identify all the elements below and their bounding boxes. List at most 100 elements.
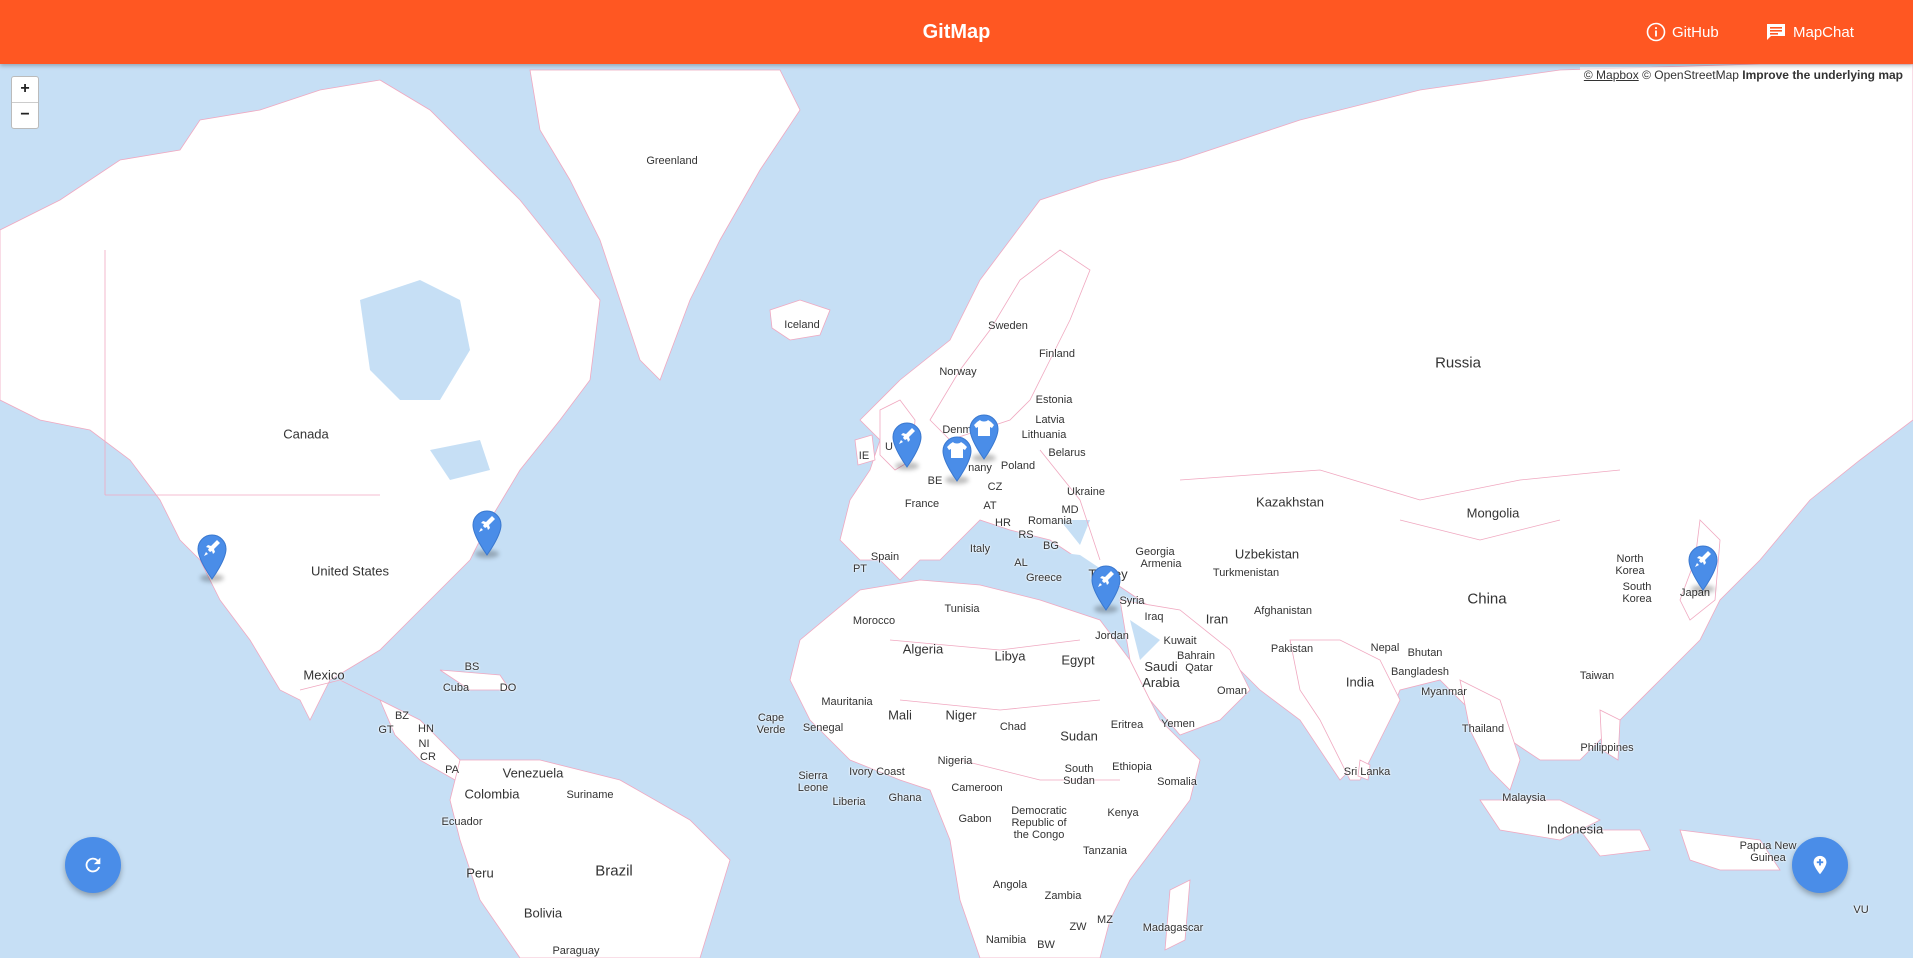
label-north-korea: North Korea: [1615, 553, 1645, 577]
label-myanmar: Myanmar: [1421, 686, 1467, 698]
label-iceland: Iceland: [784, 319, 820, 331]
label-greece: Greece: [1025, 572, 1063, 584]
label-niger: Niger: [945, 707, 977, 723]
label-indonesia: Indonesia: [1546, 821, 1604, 837]
label-ghana: Ghana: [888, 792, 922, 804]
label-venezuela: Venezuela: [502, 765, 564, 781]
marker-germany-north[interactable]: [968, 412, 1000, 462]
marker-new-york[interactable]: [471, 508, 503, 558]
label-jordan: Jordan: [1095, 630, 1129, 642]
label-oman: Oman: [1217, 685, 1247, 697]
label-namibia: Namibia: [985, 934, 1027, 946]
label-libya: Libya: [994, 648, 1026, 664]
marker-uk[interactable]: [891, 420, 923, 470]
label-gt: GT: [378, 724, 394, 736]
label-yemen: Yemen: [1161, 718, 1195, 730]
label-iraq: Iraq: [1144, 611, 1164, 623]
label-uzbekistan: Uzbekistan: [1234, 546, 1300, 562]
mapbox-link[interactable]: © Mapbox: [1584, 68, 1639, 82]
pin-icon: [472, 510, 502, 556]
label-france: France: [904, 498, 940, 510]
label-south-korea: South Korea: [1622, 581, 1652, 605]
label-saudi-arabia: Saudi Arabia: [1142, 659, 1180, 690]
label-zw: ZW: [1069, 921, 1087, 933]
label-malaysia: Malaysia: [1502, 792, 1546, 804]
label-egypt: Egypt: [1061, 652, 1095, 668]
map-base-layer: [0, 64, 1913, 958]
label-south-sudan: South Sudan: [1063, 763, 1095, 787]
world-map[interactable]: Greenland Iceland Canada United States M…: [0, 64, 1913, 958]
label-ivory-coast: Ivory Coast: [849, 766, 905, 778]
label-gabon: Gabon: [958, 813, 992, 825]
label-morocco: Morocco: [852, 615, 896, 627]
zoom-out-button[interactable]: −: [12, 102, 38, 128]
label-sri-lanka: Sri Lanka: [1343, 766, 1391, 778]
label-belarus: Belarus: [1048, 447, 1086, 459]
label-mali: Mali: [888, 707, 912, 723]
label-bangladesh: Bangladesh: [1390, 666, 1450, 678]
label-bg: BG: [1043, 540, 1059, 552]
label-sierra-leone: Sierra Leone: [797, 770, 829, 794]
refresh-icon: [85, 857, 101, 873]
label-poland: Poland: [1000, 460, 1036, 472]
label-norway: Norway: [939, 366, 977, 378]
zoom-control: + −: [11, 76, 39, 129]
label-cr: CR: [420, 751, 436, 763]
label-chad: Chad: [999, 721, 1027, 733]
label-nigeria: Nigeria: [937, 755, 973, 767]
zoom-in-button[interactable]: +: [12, 77, 38, 102]
label-rs: RS: [1018, 529, 1034, 541]
label-russia: Russia: [1435, 354, 1481, 372]
label-greenland: Greenland: [646, 155, 698, 167]
mapchat-button[interactable]: MapChat: [1765, 18, 1854, 46]
label-turkmenistan: Turkmenistan: [1212, 567, 1280, 579]
label-peru: Peru: [466, 865, 494, 881]
label-cz: CZ: [987, 481, 1003, 493]
label-cameroon: Cameroon: [951, 782, 1003, 794]
label-hn: HN: [418, 723, 434, 735]
label-algeria: Algeria: [902, 641, 944, 657]
label-latvia: Latvia: [1035, 414, 1065, 426]
label-angola: Angola: [992, 879, 1028, 891]
label-senegal: Senegal: [802, 722, 844, 734]
label-india: India: [1345, 674, 1375, 690]
improve-map-link[interactable]: Improve the underlying map: [1742, 68, 1903, 82]
label-hr: HR: [995, 517, 1011, 529]
label-kenya: Kenya: [1107, 807, 1139, 819]
label-china: China: [1467, 590, 1507, 608]
label-canada: Canada: [283, 426, 329, 442]
marker-california[interactable]: [196, 532, 228, 582]
label-tanzania: Tanzania: [1082, 845, 1128, 857]
label-ie: IE: [858, 450, 870, 462]
marker-israel[interactable]: [1090, 563, 1122, 613]
pin-icon: [1688, 545, 1718, 591]
label-ukraine: Ukraine: [1067, 486, 1105, 498]
label-eritrea: Eritrea: [1110, 719, 1144, 731]
label-mexico: Mexico: [303, 667, 345, 683]
label-do: DO: [499, 682, 517, 694]
github-button[interactable]: GitHub: [1646, 18, 1719, 46]
label-colombia: Colombia: [464, 786, 520, 802]
add-location-button[interactable]: [1792, 837, 1848, 893]
app-title: GitMap: [922, 21, 991, 43]
osm-link[interactable]: © OpenStreetMap: [1642, 68, 1739, 82]
label-mongolia: Mongolia: [1466, 505, 1520, 521]
label-tunisia: Tunisia: [944, 603, 980, 615]
label-sweden: Sweden: [988, 320, 1028, 332]
marker-japan[interactable]: [1687, 543, 1719, 593]
label-al: AL: [1014, 557, 1028, 569]
label-spain: Spain: [870, 551, 900, 563]
label-kuwait: Kuwait: [1163, 635, 1197, 647]
label-bhutan: Bhutan: [1407, 647, 1443, 659]
add-location-icon: [1813, 855, 1827, 875]
label-pt: PT: [852, 563, 868, 575]
label-drc: Democratic Republic of the Congo: [1011, 805, 1067, 841]
label-liberia: Liberia: [832, 796, 866, 808]
label-bs: BS: [464, 661, 480, 673]
label-vu: VU: [1853, 904, 1869, 916]
label-mauritania: Mauritania: [821, 696, 873, 708]
label-cuba: Cuba: [442, 682, 470, 694]
refresh-button[interactable]: [65, 837, 121, 893]
map-attribution: © Mapbox © OpenStreetMap Improve the und…: [1579, 67, 1907, 83]
pin-icon: [892, 422, 922, 468]
